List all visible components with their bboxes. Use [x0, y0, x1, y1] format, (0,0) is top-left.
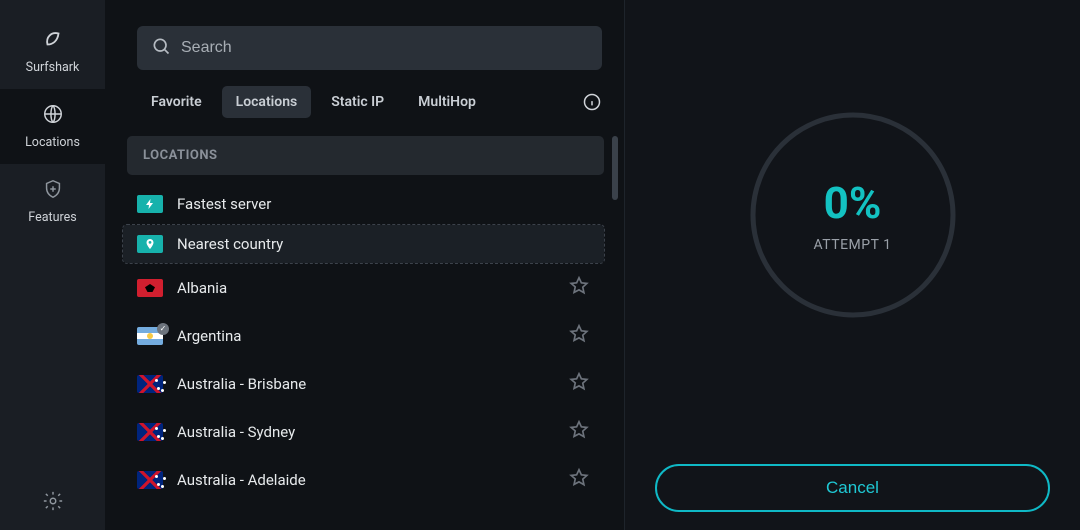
verified-badge-icon: ✓	[157, 323, 169, 335]
sidebar-item-label: Locations	[25, 135, 80, 150]
flag-icon	[137, 471, 163, 489]
row-country-albania[interactable]: Albania	[123, 265, 604, 311]
dial-ring-icon	[738, 100, 968, 330]
globe-icon	[42, 103, 64, 129]
pin-icon	[137, 235, 163, 253]
info-icon[interactable]	[582, 92, 602, 112]
sidebar-brand[interactable]: Surfshark	[0, 14, 105, 89]
bolt-icon	[137, 195, 163, 213]
search-input[interactable]	[181, 39, 588, 57]
flag-icon	[137, 375, 163, 393]
section-header: LOCATIONS	[127, 136, 604, 175]
flag-icon	[137, 279, 163, 297]
favorite-star-icon[interactable]	[568, 275, 590, 301]
favorite-star-icon[interactable]	[568, 323, 590, 349]
sidebar-item-locations[interactable]: Locations	[0, 89, 105, 164]
gear-icon	[42, 497, 64, 516]
favorite-star-icon[interactable]	[568, 467, 590, 493]
sidebar-item-label: Features	[28, 210, 76, 225]
row-country-au-adelaide[interactable]: Australia - Adelaide	[123, 457, 604, 503]
surfshark-logo-icon	[42, 28, 64, 54]
app-window: Surfshark Locations Features	[0, 0, 1080, 530]
favorite-star-icon[interactable]	[568, 371, 590, 397]
row-label: Australia - Adelaide	[177, 471, 554, 489]
tab-favorite[interactable]: Favorite	[137, 86, 216, 118]
shield-plus-icon	[42, 178, 64, 204]
row-label: Argentina	[177, 327, 554, 345]
row-label: Australia - Sydney	[177, 423, 554, 441]
tab-locations[interactable]: Locations	[222, 86, 312, 118]
search-icon	[151, 36, 171, 60]
sidebar-brand-label: Surfshark	[26, 60, 80, 75]
row-label: Australia - Brisbane	[177, 375, 554, 393]
sidebar-item-features[interactable]: Features	[0, 164, 105, 239]
progress-dial: 0% ATTEMPT 1	[738, 100, 968, 330]
search-field[interactable]	[137, 26, 602, 70]
locations-list: LOCATIONS Fastest server Nearest country…	[105, 130, 624, 530]
row-label: Albania	[177, 279, 554, 297]
row-nearest-country[interactable]: Nearest country	[123, 225, 604, 263]
sidebar-item-settings[interactable]	[42, 476, 64, 530]
flag-icon: ✓	[137, 327, 163, 345]
row-fastest-server[interactable]: Fastest server	[123, 185, 604, 223]
sidebar: Surfshark Locations Features	[0, 0, 105, 530]
favorite-star-icon[interactable]	[568, 419, 590, 445]
tab-static-ip[interactable]: Static IP	[317, 86, 398, 118]
row-label: Nearest country	[177, 235, 590, 253]
connection-status-panel: 0% ATTEMPT 1 Cancel	[625, 0, 1080, 530]
scrollbar[interactable]	[612, 136, 618, 200]
main-panel: Favorite Locations Static IP MultiHop LO…	[105, 0, 625, 530]
flag-icon	[137, 423, 163, 441]
row-country-argentina[interactable]: ✓ Argentina	[123, 313, 604, 359]
cancel-button[interactable]: Cancel	[655, 464, 1050, 512]
tab-multihop[interactable]: MultiHop	[404, 86, 490, 118]
row-label: Fastest server	[177, 195, 590, 213]
tabs: Favorite Locations Static IP MultiHop	[105, 80, 624, 130]
row-country-au-sydney[interactable]: Australia - Sydney	[123, 409, 604, 455]
row-country-au-brisbane[interactable]: Australia - Brisbane	[123, 361, 604, 407]
